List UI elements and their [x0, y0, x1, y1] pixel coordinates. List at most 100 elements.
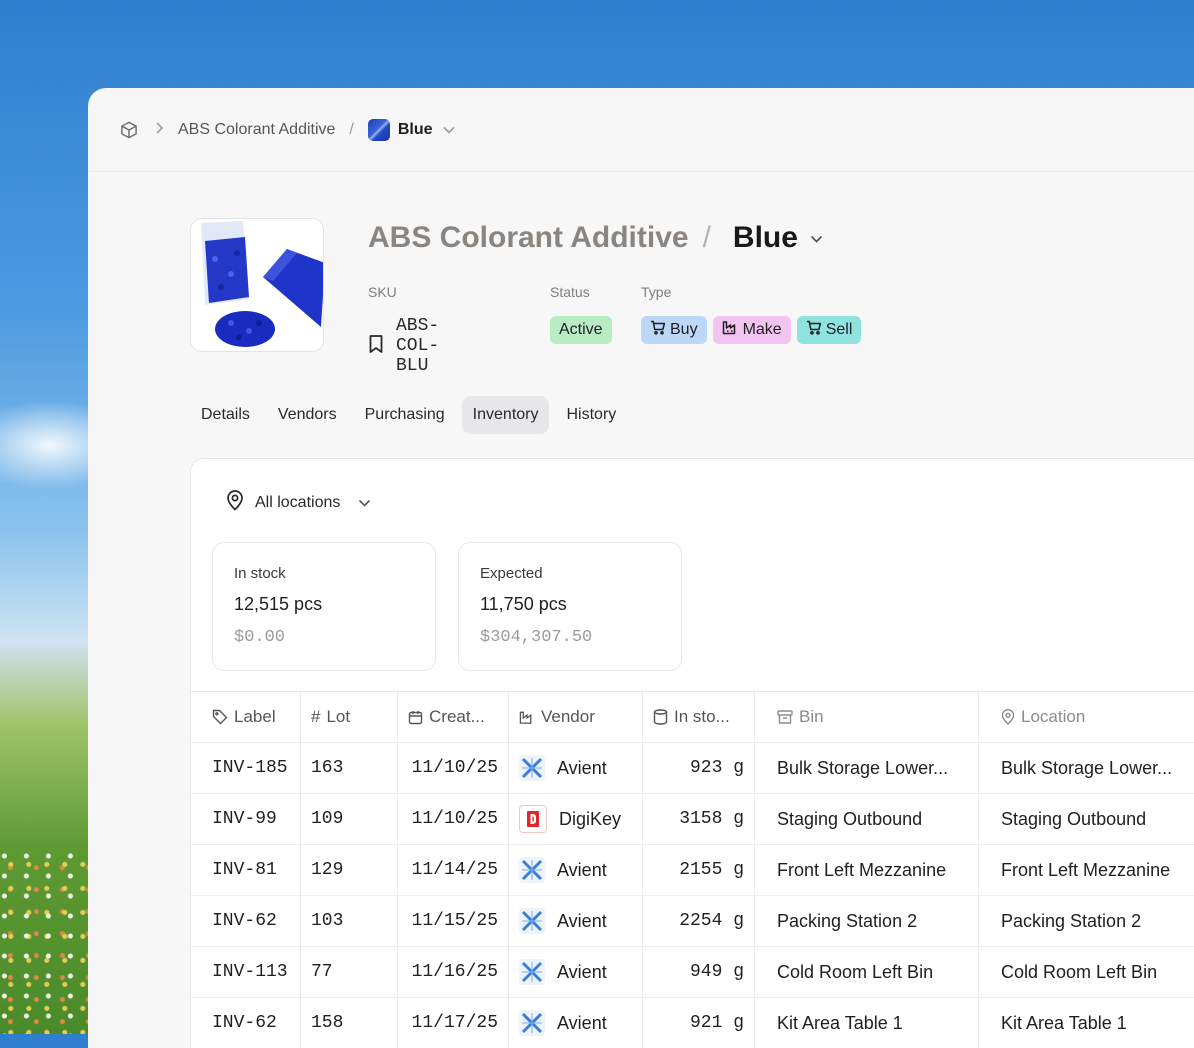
- cell-lot: 129: [301, 845, 398, 895]
- column-header-created[interactable]: Creat...: [398, 692, 509, 742]
- cell-bin: Packing Station 2: [755, 896, 979, 946]
- cell-created: 11/10/25: [398, 743, 509, 793]
- cell-location: Staging Outbound: [979, 794, 1194, 844]
- archive-icon: [777, 710, 793, 724]
- chevron-down-icon: [358, 494, 371, 512]
- cell-in-stock: 923 g: [643, 743, 755, 793]
- cell-label: INV-185: [191, 743, 301, 793]
- tab-history[interactable]: History: [555, 396, 627, 434]
- status-field: Status Active: [550, 284, 612, 344]
- table-row[interactable]: INV-185 163 11/10/25 Avient 923 g Bulk S…: [191, 743, 1194, 794]
- tab-details[interactable]: Details: [190, 396, 261, 434]
- digikey-logo-icon: [519, 805, 547, 833]
- column-header-bin[interactable]: Bin: [755, 692, 979, 742]
- sku-field: SKU ABS-COL-BLU: [368, 284, 439, 376]
- tab-vendors[interactable]: Vendors: [267, 396, 348, 434]
- vendor-name: Avient: [557, 757, 607, 778]
- cell-vendor[interactable]: Avient: [509, 896, 643, 946]
- cell-created: 11/17/25: [398, 998, 509, 1048]
- table-row[interactable]: INV-113 77 11/16/25 Avient 949 g Cold Ro…: [191, 947, 1194, 998]
- map-pin-icon: [225, 489, 245, 516]
- tag-icon: [212, 709, 228, 725]
- stat-quantity: 12,515 pcs: [234, 594, 323, 614]
- cell-label: INV-62: [191, 896, 301, 946]
- product-image: [190, 218, 324, 352]
- cell-location: Bulk Storage Lower...: [979, 743, 1194, 793]
- type-label: Type: [641, 284, 672, 300]
- avient-logo-icon: [519, 857, 545, 883]
- avient-logo-icon: [519, 959, 545, 985]
- cell-location: Cold Room Left Bin: [979, 947, 1194, 997]
- type-badge-make[interactable]: Make: [712, 316, 791, 344]
- table-row[interactable]: INV-99 109 11/10/25 DigiKey 3158 g Stagi…: [191, 794, 1194, 845]
- cell-lot: 103: [301, 896, 398, 946]
- cell-in-stock: 949 g: [643, 947, 755, 997]
- table-row[interactable]: INV-62 103 11/15/25 Avient 2254 g Packin…: [191, 896, 1194, 947]
- status-badge[interactable]: Active: [550, 316, 612, 344]
- vendor-name: Avient: [557, 961, 607, 982]
- column-header-location[interactable]: Location: [979, 692, 1194, 742]
- breadcrumb-separator: /: [349, 120, 354, 138]
- column-header-in-stock[interactable]: In sto...: [643, 692, 755, 742]
- cell-created: 11/15/25: [398, 896, 509, 946]
- breadcrumb-parent[interactable]: ABS Colorant Additive: [178, 121, 335, 139]
- location-filter[interactable]: All locations: [225, 489, 371, 516]
- cell-label: INV-113: [191, 947, 301, 997]
- stat-quantity: 11,750 pcs: [480, 594, 567, 614]
- breadcrumb: ABS Colorant Additive / Blue: [88, 88, 1194, 172]
- column-header-vendor[interactable]: Vendor: [509, 692, 643, 742]
- cell-created: 11/16/25: [398, 947, 509, 997]
- cell-created: 11/10/25: [398, 794, 509, 844]
- cell-location: Kit Area Table 1: [979, 998, 1194, 1048]
- cell-lot: 163: [301, 743, 398, 793]
- cell-label: INV-62: [191, 998, 301, 1048]
- cell-bin: Bulk Storage Lower...: [755, 743, 979, 793]
- type-badge-label: Sell: [825, 321, 853, 338]
- type-badge-label: Buy: [670, 321, 698, 338]
- stat-value: $304,307.50: [480, 628, 593, 647]
- cell-vendor[interactable]: Avient: [509, 998, 643, 1048]
- cell-vendor[interactable]: Avient: [509, 947, 643, 997]
- map-pin-icon: [1001, 709, 1015, 725]
- vendor-name: Avient: [557, 1012, 607, 1033]
- cell-vendor[interactable]: DigiKey: [509, 794, 643, 844]
- column-header-label[interactable]: Label: [191, 692, 301, 742]
- type-badge-buy[interactable]: Buy: [641, 316, 707, 344]
- product-title: ABS Colorant Additive / Blue: [368, 218, 823, 258]
- product-variant-name[interactable]: Blue: [733, 221, 798, 255]
- vendor-name: Avient: [557, 859, 607, 880]
- status-label: Status: [550, 284, 590, 300]
- cell-bin: Cold Room Left Bin: [755, 947, 979, 997]
- stat-card-expected: Expected 11,750 pcs $304,307.50: [458, 542, 682, 671]
- cell-created: 11/14/25: [398, 845, 509, 895]
- cell-in-stock: 2155 g: [643, 845, 755, 895]
- cell-location: Front Left Mezzanine: [979, 845, 1194, 895]
- cell-in-stock: 921 g: [643, 998, 755, 1048]
- cart-icon: [650, 320, 666, 340]
- table-row[interactable]: INV-81 129 11/14/25 Avient 2155 g Front …: [191, 845, 1194, 896]
- cell-bin: Front Left Mezzanine: [755, 845, 979, 895]
- cell-location: Packing Station 2: [979, 896, 1194, 946]
- table-row[interactable]: INV-62 158 11/17/25 Avient 921 g Kit Are…: [191, 998, 1194, 1048]
- tab-purchasing[interactable]: Purchasing: [354, 396, 456, 434]
- tab-inventory[interactable]: Inventory: [461, 396, 550, 434]
- cell-vendor[interactable]: Avient: [509, 743, 643, 793]
- type-badge-sell[interactable]: Sell: [796, 316, 862, 344]
- chevron-down-icon[interactable]: [810, 230, 823, 246]
- background-flowers: [0, 850, 100, 1034]
- vendor-name: DigiKey: [559, 808, 622, 829]
- cell-label: INV-81: [191, 845, 301, 895]
- column-header-lot[interactable]: # Lot: [301, 692, 398, 742]
- cube-icon[interactable]: [118, 119, 140, 141]
- chevron-down-icon[interactable]: [442, 123, 455, 137]
- stat-value: $0.00: [234, 628, 286, 647]
- breadcrumb-current[interactable]: Blue: [398, 121, 433, 139]
- app-window: ABS Colorant Additive / Blue ABS Coloran…: [88, 88, 1194, 1048]
- cell-vendor[interactable]: Avient: [509, 845, 643, 895]
- factory-icon: [722, 320, 739, 340]
- avient-logo-icon: [519, 1010, 545, 1036]
- product-parent-name[interactable]: ABS Colorant Additive: [368, 221, 689, 255]
- location-filter-label: All locations: [255, 493, 341, 511]
- cell-in-stock: 2254 g: [643, 896, 755, 946]
- table-header-row: Label # Lot Creat... Vendor In sto... Bi…: [191, 692, 1194, 743]
